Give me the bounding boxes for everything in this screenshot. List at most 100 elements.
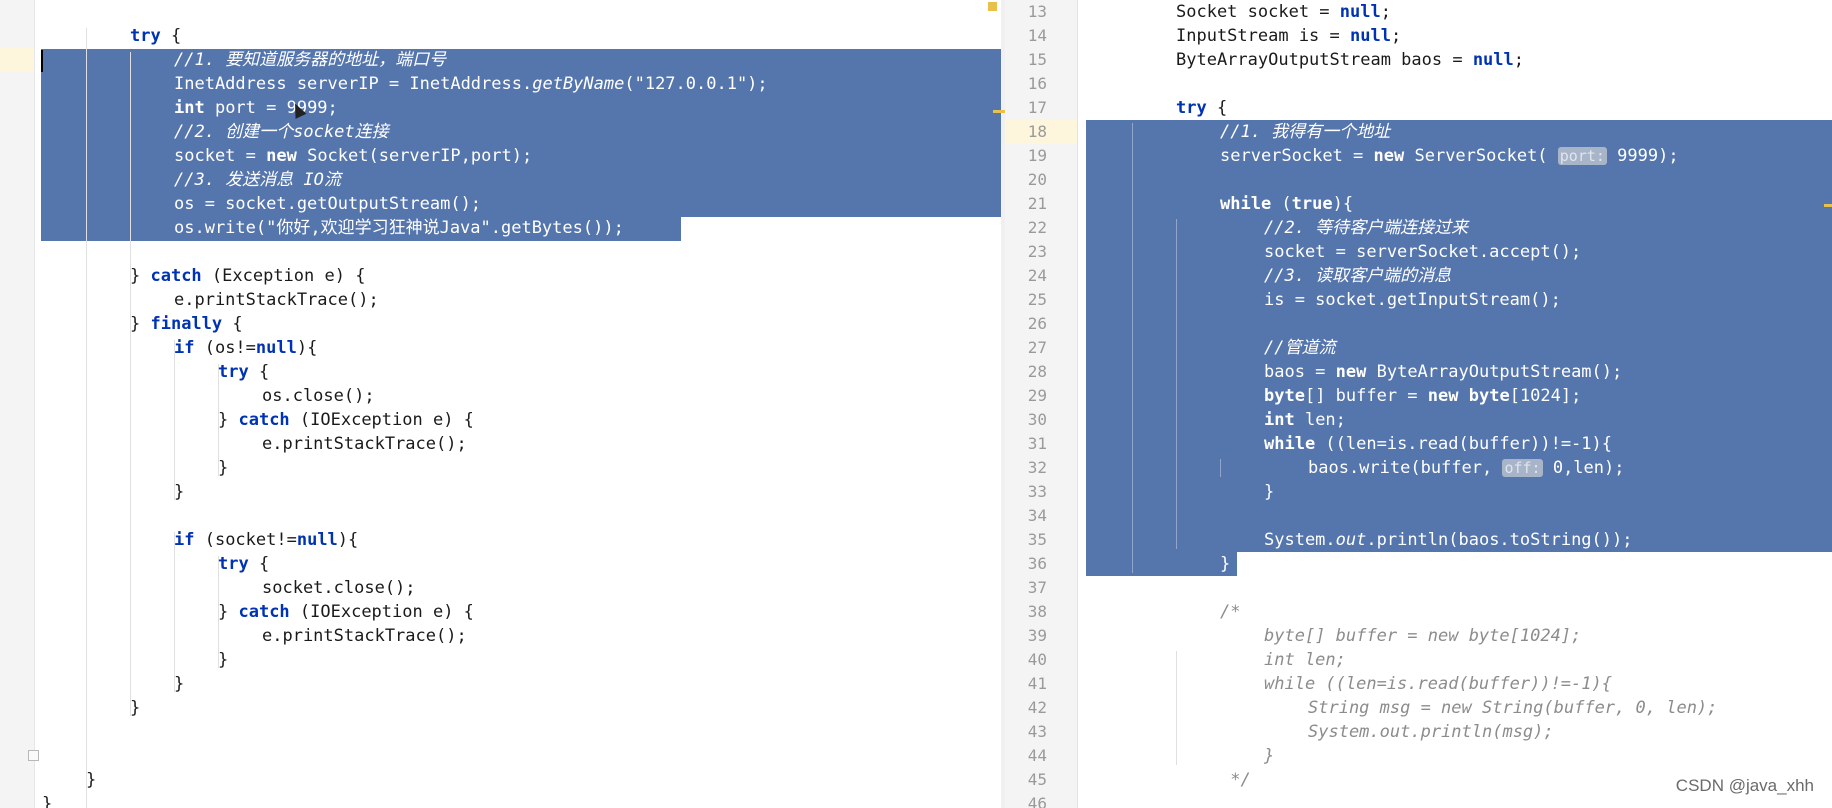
error-stripe-marker[interactable] [993, 110, 1005, 113]
fold-icon[interactable] [28, 750, 39, 761]
code-line[interactable]: e.printStackTrace(); [174, 288, 379, 312]
line-number: 31 [1027, 434, 1047, 453]
code-line[interactable]: String msg = new String(buffer, 0, len); [1308, 696, 1717, 720]
code-line[interactable]: socket = serverSocket.accept(); [1264, 240, 1581, 264]
left-gutter [0, 0, 35, 808]
code-line[interactable]: } [130, 696, 140, 720]
warning-marker-icon[interactable] [988, 2, 997, 11]
code-line[interactable]: baos = new ByteArrayOutputStream(); [1264, 360, 1622, 384]
code-line[interactable]: } [86, 768, 96, 792]
code-line[interactable]: //3. 读取客户端的消息 [1264, 264, 1451, 288]
code-line[interactable]: //1. 我得有一个地址 [1220, 120, 1390, 144]
code-line[interactable]: */ [1220, 768, 1250, 792]
code-line[interactable]: os = socket.getOutputStream(); [174, 192, 481, 216]
code-line[interactable]: ByteArrayOutputStream baos = null; [1176, 48, 1524, 72]
line-number: 45 [1027, 770, 1047, 789]
indent-guide [130, 52, 131, 716]
line-number: 16 [1027, 74, 1047, 93]
code-line[interactable]: os.write("你好,欢迎学习狂神说Java".getBytes()); [174, 216, 624, 240]
code-line[interactable]: os.close(); [262, 384, 375, 408]
line-number: 43 [1027, 722, 1047, 741]
line-number: 25 [1027, 290, 1047, 309]
code-line[interactable]: } [218, 648, 228, 672]
code-line[interactable]: while ((len=is.read(buffer))!=-1){ [1264, 672, 1612, 696]
indent-guide [1176, 219, 1177, 549]
code-line[interactable]: //1. 要知道服务器的地址，端口号 [174, 48, 446, 72]
right-editor-pane[interactable]: 13 14 15 16 17 18 19 20 21 22 23 24 25 26 27 28 29 30 31 32… [1005, 0, 1832, 808]
code-line[interactable]: while ((len=is.read(buffer))!=-1){ [1264, 432, 1612, 456]
indent-guide [174, 340, 175, 500]
code-line[interactable]: System.out.println(baos.toString()); [1264, 528, 1632, 552]
current-line-marker [0, 48, 34, 72]
line-number: 14 [1027, 26, 1047, 45]
code-line[interactable]: } [1264, 480, 1274, 504]
code-line[interactable]: } catch (IOException e) { [218, 408, 474, 432]
error-stripe-marker[interactable] [1824, 204, 1832, 207]
code-line[interactable]: if (socket!=null){ [174, 528, 358, 552]
code-line[interactable]: if (os!=null){ [174, 336, 317, 360]
code-line[interactable]: InetAddress serverIP = InetAddress.getBy… [174, 72, 768, 96]
code-line[interactable]: } [218, 456, 228, 480]
code-line[interactable]: baos.write(buffer, off: 0,len); [1308, 456, 1624, 480]
code-line[interactable]: try { [130, 24, 181, 48]
line-number: 35 [1027, 530, 1047, 549]
line-number: 33 [1027, 482, 1047, 501]
line-number: 20 [1027, 170, 1047, 189]
code-line[interactable]: try { [218, 360, 269, 384]
line-number: 21 [1027, 194, 1047, 213]
line-number: 37 [1027, 578, 1047, 597]
line-number: 29 [1027, 386, 1047, 405]
code-line[interactable]: //管道流 [1264, 336, 1335, 360]
code-line[interactable]: int len; [1264, 648, 1346, 672]
code-line[interactable]: socket = new Socket(serverIP,port); [174, 144, 532, 168]
code-line[interactable]: int port = 9999; [174, 96, 338, 120]
selection-highlight [1086, 552, 1237, 576]
indent-guide [1220, 459, 1221, 477]
code-line[interactable]: System.out.println(msg); [1308, 720, 1554, 744]
code-line[interactable]: InputStream is = null; [1176, 24, 1401, 48]
code-line[interactable]: } [1264, 744, 1274, 768]
code-line[interactable]: //2. 创建一个socket连接 [174, 120, 389, 144]
line-number: 27 [1027, 338, 1047, 357]
code-line[interactable]: Socket socket = null; [1176, 0, 1391, 24]
code-line[interactable]: serverSocket = new ServerSocket( port: 9… [1220, 144, 1679, 168]
code-line[interactable]: byte[] buffer = new byte[1024]; [1264, 384, 1581, 408]
code-line[interactable]: e.printStackTrace(); [262, 624, 467, 648]
code-line[interactable]: is = socket.getInputStream(); [1264, 288, 1561, 312]
line-number: 13 [1027, 2, 1047, 21]
line-number: 26 [1027, 314, 1047, 333]
line-number: 39 [1027, 626, 1047, 645]
left-editor-pane[interactable]: try {//1. 要知道服务器的地址，端口号 InetAddress serve… [0, 0, 1005, 808]
line-number: 36 [1027, 554, 1047, 573]
code-line[interactable]: try { [1176, 96, 1227, 120]
code-line[interactable]: } [174, 480, 184, 504]
code-line[interactable]: int len; [1264, 408, 1346, 432]
code-line[interactable]: } [42, 792, 52, 808]
code-line[interactable]: } [1220, 552, 1230, 576]
line-number: 42 [1027, 698, 1047, 717]
line-number: 15 [1027, 50, 1047, 69]
code-line[interactable]: } catch (IOException e) { [218, 600, 474, 624]
code-line[interactable]: try { [218, 552, 269, 576]
code-line[interactable]: //2. 等待客户端连接过来 [1264, 216, 1468, 240]
line-number: 41 [1027, 674, 1047, 693]
code-line[interactable]: } [174, 672, 184, 696]
code-line[interactable]: e.printStackTrace(); [262, 432, 467, 456]
line-number: 38 [1027, 602, 1047, 621]
line-number: 34 [1027, 506, 1047, 525]
line-number: 23 [1027, 242, 1047, 261]
code-line[interactable]: /* [1220, 600, 1240, 624]
line-number: 19 [1027, 146, 1047, 165]
watermark: CSDN @java_xhh [1675, 776, 1814, 795]
line-number: 17 [1027, 98, 1047, 117]
code-line[interactable]: byte[] buffer = new byte[1024]; [1264, 624, 1581, 648]
code-line[interactable]: } catch (Exception e) { [130, 264, 365, 288]
code-line[interactable]: //3. 发送消息 IO流 [174, 168, 341, 192]
line-number: 22 [1027, 218, 1047, 237]
text-caret [41, 50, 43, 72]
code-line[interactable]: while (true){ [1220, 192, 1353, 216]
line-number: 24 [1027, 266, 1047, 285]
code-line[interactable]: } finally { [130, 312, 243, 336]
line-number: 30 [1027, 410, 1047, 429]
code-line[interactable]: socket.close(); [262, 576, 416, 600]
